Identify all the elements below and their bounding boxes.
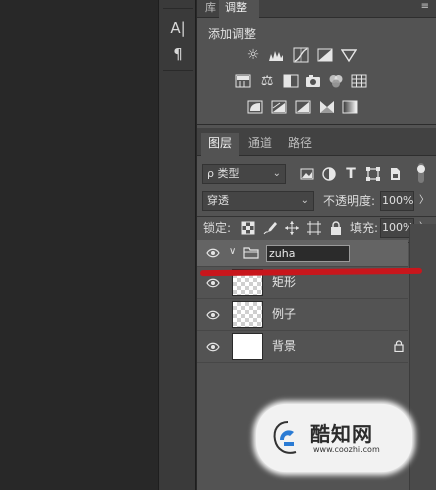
collapsed-panel-strip: A| ¶ [158, 0, 196, 490]
black-white-icon[interactable] [283, 73, 299, 89]
hue-saturation-icon[interactable] [235, 73, 251, 89]
watermark: 酷知网 www.coozhi.com [256, 404, 412, 472]
opacity-input[interactable]: 100% [380, 191, 414, 211]
lock-artboard-icon[interactable] [306, 220, 322, 236]
vibrance-icon[interactable] [341, 47, 357, 63]
curves-icon[interactable] [293, 47, 309, 63]
layer-rename-input[interactable]: zuha [266, 245, 350, 262]
layer-row-group[interactable]: ∨ zuha [197, 240, 408, 267]
lock-transparent-pixels-icon[interactable] [240, 220, 256, 236]
color-balance-icon[interactable]: ⚖ [259, 73, 275, 89]
visibility-eye-icon[interactable] [206, 277, 220, 289]
layer-thumbnail [232, 333, 263, 360]
posterize-icon[interactable] [271, 99, 287, 115]
smart-object-filter-icon[interactable] [387, 166, 403, 182]
selective-color-icon[interactable] [319, 99, 335, 115]
layer-filter-dropdown[interactable]: ρ 类型 ⌄ [202, 164, 286, 184]
lock-position-icon[interactable] [284, 220, 300, 236]
opacity-chevron-icon[interactable]: 〉 [419, 191, 429, 211]
tab-paths[interactable]: 路径 [281, 133, 319, 156]
adjustments-tabbar: 库 调整 ≡ [197, 0, 436, 18]
visibility-eye-icon[interactable] [206, 247, 220, 259]
filter-kind-label: 类型 [217, 167, 240, 180]
gradient-map-icon[interactable] [342, 99, 358, 115]
document-canvas[interactable] [0, 0, 158, 490]
type-layer-filter-icon[interactable]: T [343, 166, 359, 182]
visibility-eye-icon[interactable] [206, 309, 220, 321]
lock-label: 锁定: [203, 221, 232, 235]
folder-icon [243, 247, 259, 259]
lock-all-icon[interactable] [328, 220, 344, 236]
panel-menu-icon[interactable]: ≡ [421, 1, 429, 12]
watermark-url: www.coozhi.com [313, 445, 380, 454]
lock-icon[interactable] [393, 340, 405, 352]
levels-icon[interactable] [268, 47, 284, 63]
layer-row-background[interactable]: 背景 [197, 331, 408, 363]
brightness-contrast-icon[interactable]: ☼ [245, 47, 261, 63]
layer-row-example[interactable]: 例子 [197, 299, 408, 331]
channel-mixer-icon[interactable] [328, 73, 344, 89]
layer-name: 背景 [272, 339, 297, 353]
opacity-label: 不透明度: [323, 194, 376, 208]
tab-adjustments[interactable]: 调整 [219, 0, 259, 18]
shape-layer-filter-icon[interactable] [365, 166, 381, 182]
layers-scrollbar[interactable] [409, 224, 436, 490]
strip-divider [163, 8, 193, 9]
layer-name: 例子 [272, 307, 297, 321]
watermark-brand: 酷知网 [310, 422, 373, 446]
exposure-icon[interactable] [317, 47, 333, 63]
tab-channels[interactable]: 通道 [241, 133, 279, 156]
fill-label: 填充: [350, 221, 379, 235]
watermark-logo-icon [273, 421, 297, 454]
color-lookup-icon[interactable] [351, 73, 367, 89]
chevron-down-icon[interactable]: ∨ [229, 246, 236, 257]
adjustment-layer-filter-icon[interactable] [321, 166, 337, 182]
filter-toggle-switch[interactable] [411, 162, 431, 184]
blend-mode-value: 穿透 [207, 194, 229, 207]
threshold-icon[interactable] [295, 99, 311, 115]
character-panel-icon[interactable]: A| [168, 18, 188, 38]
adjustments-title: 添加调整 [208, 27, 257, 41]
blend-mode-dropdown[interactable]: 穿透 ⌄ [202, 191, 314, 211]
layers-tabbar: 图层 通道 路径 [197, 128, 436, 156]
search-icon: ρ [207, 167, 214, 180]
strip-divider [163, 70, 193, 71]
chevron-down-icon: ⌄ [272, 168, 281, 179]
tab-layers[interactable]: 图层 [201, 133, 240, 156]
adjustments-panel: 库 调整 ≡ 添加调整 ☼ ⚖ [197, 0, 436, 125]
invert-icon[interactable] [247, 99, 263, 115]
layer-thumbnail [232, 301, 263, 328]
photo-filter-icon[interactable] [305, 73, 321, 89]
paragraph-panel-icon[interactable]: ¶ [168, 44, 188, 64]
chevron-down-icon: ⌄ [300, 195, 309, 206]
pixel-layer-filter-icon[interactable] [299, 166, 315, 182]
panel-divider [197, 216, 436, 217]
lock-image-pixels-icon[interactable] [262, 220, 278, 236]
visibility-eye-icon[interactable] [206, 341, 220, 353]
